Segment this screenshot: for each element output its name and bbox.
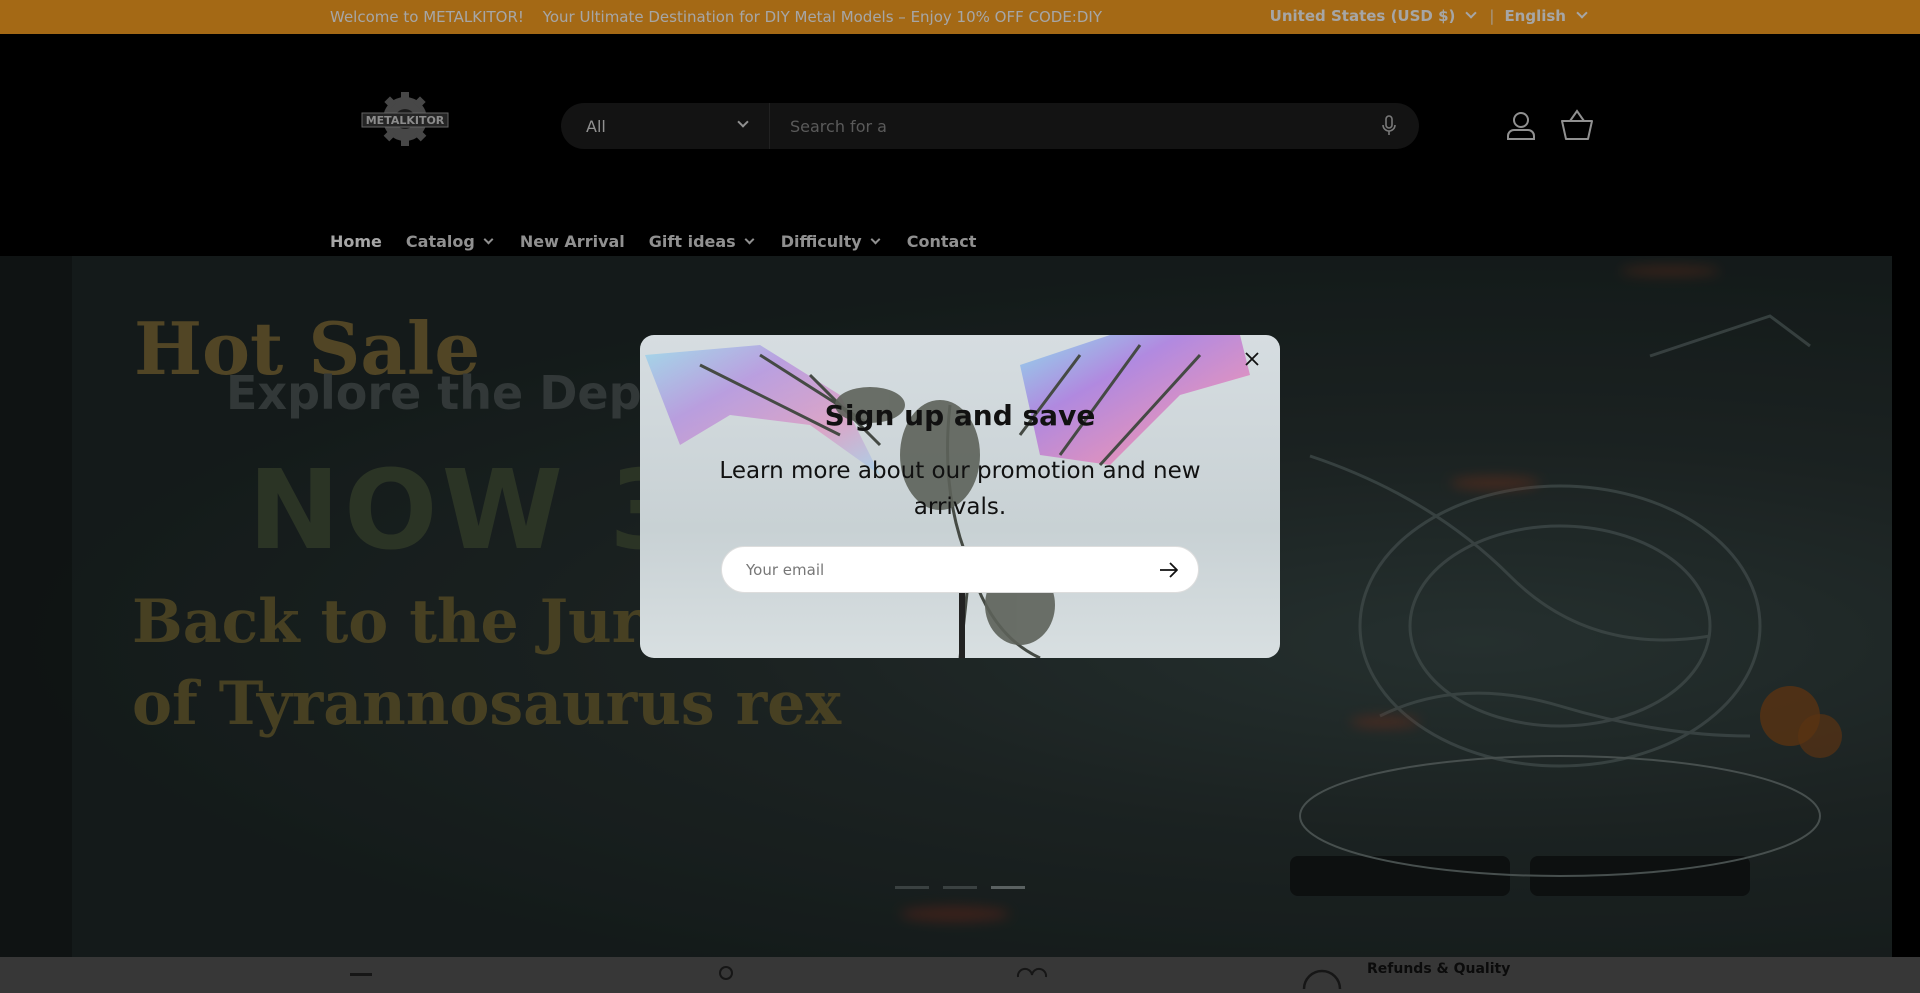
close-icon bbox=[1245, 352, 1259, 366]
email-subscribe-form bbox=[721, 546, 1199, 593]
arrow-right-icon bbox=[1160, 561, 1178, 578]
popup-subtitle: Learn more about our promotion and new a… bbox=[719, 458, 1201, 520]
close-popup-button[interactable] bbox=[1240, 347, 1264, 371]
newsletter-popup: Sign up and save Learn more about our pr… bbox=[640, 335, 1280, 658]
subscribe-button[interactable] bbox=[1140, 546, 1198, 593]
popup-title: Sign up and save bbox=[824, 399, 1096, 432]
email-field[interactable] bbox=[722, 560, 1140, 579]
